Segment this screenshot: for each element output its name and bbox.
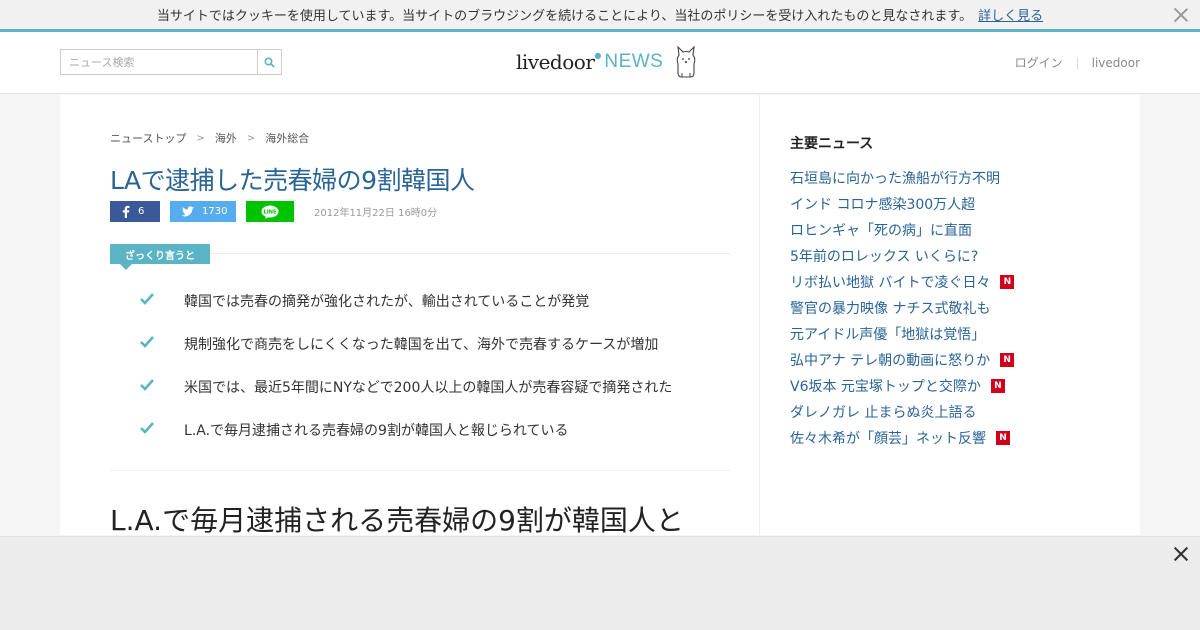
news-item-label: インド コロナ感染300万人超 <box>790 197 976 213</box>
news-item[interactable]: V6坂本 元宝塚トップと交際か N <box>790 373 1014 399</box>
news-item-label: 5年前のロレックス いくらに? <box>790 249 979 265</box>
cookie-more-link[interactable]: 詳しく見る <box>978 5 1043 24</box>
facebook-share-button[interactable]: 6 <box>110 201 160 222</box>
logo-livedoor: livedoor <box>516 50 595 74</box>
main-content: ニューストップ > 海外 > 海外総合 LAで逮捕した売春婦の9割韓国人 6 1… <box>60 95 1140 537</box>
article-title: LAで逮捕した売春婦の9割韓国人 <box>110 166 475 195</box>
news-item[interactable]: ロヒンギャ「死の病」に直面 <box>790 217 1014 243</box>
breadcrumb-news-top[interactable]: ニューストップ <box>110 130 186 146</box>
search-box <box>60 49 282 75</box>
news-item-label: ロヒンギャ「死の病」に直面 <box>790 223 972 239</box>
summary-text: 規制強化で商売をしにくくなった韓国を出て、海外で売春するケースが増加 <box>184 337 659 353</box>
breadcrumb-overseas[interactable]: 海外 <box>215 130 237 146</box>
facebook-count: 6 <box>138 206 145 217</box>
news-item[interactable]: 元アイドル声優「地獄は覚悟」 <box>790 321 1014 347</box>
summary-item: 規制強化で商売をしにくくなった韓国を出て、海外で売春するケースが増加 <box>140 334 730 377</box>
news-item-label: 石垣島に向かった漁船が行方不明 <box>790 171 1000 187</box>
article-headline: L.A.で毎月逮捕される売春婦の9割が韓国人と <box>110 504 684 537</box>
twitter-icon <box>181 205 194 216</box>
livedoor-link[interactable]: livedoor <box>1092 56 1140 70</box>
summary-text: L.A.で毎月逮捕される売春婦の9割が韓国人と報じられている <box>184 423 569 439</box>
sidebar: 主要ニュース 石垣島に向かった漁船が行方不明 インド コロナ感染300万人超 ロ… <box>790 95 1140 535</box>
breadcrumb-overseas-general[interactable]: 海外総合 <box>265 130 309 146</box>
summary-tag: ざっくり言うと <box>110 244 210 270</box>
share-bar: 6 1730 LINE 2012年11月22日 16時0分 <box>110 201 437 222</box>
login-link[interactable]: ログイン <box>1015 54 1063 71</box>
header-links: ログイン livedoor <box>1015 54 1140 71</box>
new-badge: N <box>990 379 1005 393</box>
summary-text: 米国では、最近5年間にNYなどで200人以上の韓国人が売春容疑で摘発された <box>184 380 673 396</box>
news-item[interactable]: 5年前のロレックス いくらに? <box>790 243 1014 269</box>
news-item-label: V6坂本 元宝塚トップと交際か <box>790 379 981 395</box>
site-header: livedoor● NEWS ログイン livedoor <box>0 32 1200 94</box>
bottom-ad-banner <box>0 536 1200 630</box>
article: ニューストップ > 海外 > 海外総合 LAで逮捕した売春婦の9割韓国人 6 1… <box>60 95 760 537</box>
news-item[interactable]: ダレノガレ 止まらぬ炎上語る <box>790 399 1014 425</box>
news-item[interactable]: リボ払い地獄 バイトで凌ぐ日々 N <box>790 269 1015 295</box>
news-item-label: 弘中アナ テレ朝の動画に怒りか <box>790 353 991 369</box>
dog-mascot-icon <box>677 45 696 78</box>
news-item[interactable]: 石垣島に向かった漁船が行方不明 <box>790 165 1014 191</box>
news-item[interactable]: 弘中アナ テレ朝の動画に怒りか N <box>790 347 1015 373</box>
line-icon: LINE <box>261 205 279 219</box>
summary-item: 韓国では売春の摘発が強化されたが、輸出されていることが発覚 <box>140 291 730 334</box>
summary-text: 韓国では売春の摘発が強化されたが、輸出されていることが発覚 <box>184 294 590 310</box>
news-item-label: 元アイドル声優「地獄は覚悟」 <box>790 327 986 343</box>
check-icon <box>140 379 154 391</box>
news-item-label: 警官の暴力映像 ナチス式敬礼も <box>790 301 991 317</box>
cookie-bar: 当サイトではクッキーを使用しています。当サイトのブラウジングを続けることにより、… <box>0 0 1200 32</box>
twitter-share-button[interactable]: 1730 <box>170 201 236 222</box>
sidebar-title: 主要ニュース <box>790 136 874 152</box>
breadcrumb: ニューストップ > 海外 > 海外総合 <box>110 130 309 146</box>
search-button[interactable] <box>257 50 281 74</box>
logo-news: NEWS <box>604 51 664 72</box>
summary-item: 米国では、最近5年間にNYなどで200人以上の韓国人が売春容疑で摘発された <box>140 377 730 420</box>
search-input[interactable] <box>61 50 257 74</box>
twitter-count: 1730 <box>202 206 228 217</box>
summary-list: 韓国では売春の摘発が強化されたが、輸出されていることが発覚 規制強化で商売をしに… <box>140 291 730 463</box>
check-icon <box>140 422 154 434</box>
news-item-label: ダレノガレ 止まらぬ炎上語る <box>790 405 977 421</box>
top-news-list: 石垣島に向かった漁船が行方不明 インド コロナ感染300万人超 ロヒンギャ「死の… <box>790 165 1015 451</box>
publish-date: 2012年11月22日 16時0分 <box>314 208 438 219</box>
summary-item: L.A.で毎月逮捕される売春婦の9割が韓国人と報じられている <box>140 420 730 463</box>
search-icon <box>264 56 275 68</box>
new-badge: N <box>996 431 1010 445</box>
news-item-label: 佐々木希が「顔芸」ネット反響 <box>790 431 986 447</box>
new-badge: N <box>1000 353 1015 367</box>
new-badge: N <box>1000 275 1015 289</box>
logo-dot: ● <box>594 50 602 60</box>
line-icon-label: LINE <box>263 209 277 215</box>
news-item[interactable]: インド コロナ感染300万人超 <box>790 191 1014 217</box>
news-item-label: リボ払い地獄 バイトで凌ぐ日々 <box>790 275 991 291</box>
chevron-right-icon: > <box>246 132 256 144</box>
cookie-message: 当サイトではクッキーを使用しています。当サイトのブラウジングを続けることにより、… <box>156 9 973 24</box>
check-icon <box>140 293 154 305</box>
divider <box>1076 56 1078 69</box>
news-item[interactable]: 警官の暴力映像 ナチス式敬礼も <box>790 295 1014 321</box>
close-icon[interactable] <box>1172 6 1190 24</box>
divider <box>110 470 730 471</box>
site-logo[interactable]: livedoor ● NEWS <box>516 44 699 80</box>
facebook-icon <box>122 205 130 218</box>
line-share-button[interactable]: LINE <box>246 201 294 222</box>
news-item[interactable]: 佐々木希が「顔芸」ネット反響 N <box>790 425 1014 451</box>
check-icon <box>140 336 154 348</box>
close-icon[interactable] <box>1172 545 1190 563</box>
chevron-right-icon: > <box>196 132 205 144</box>
